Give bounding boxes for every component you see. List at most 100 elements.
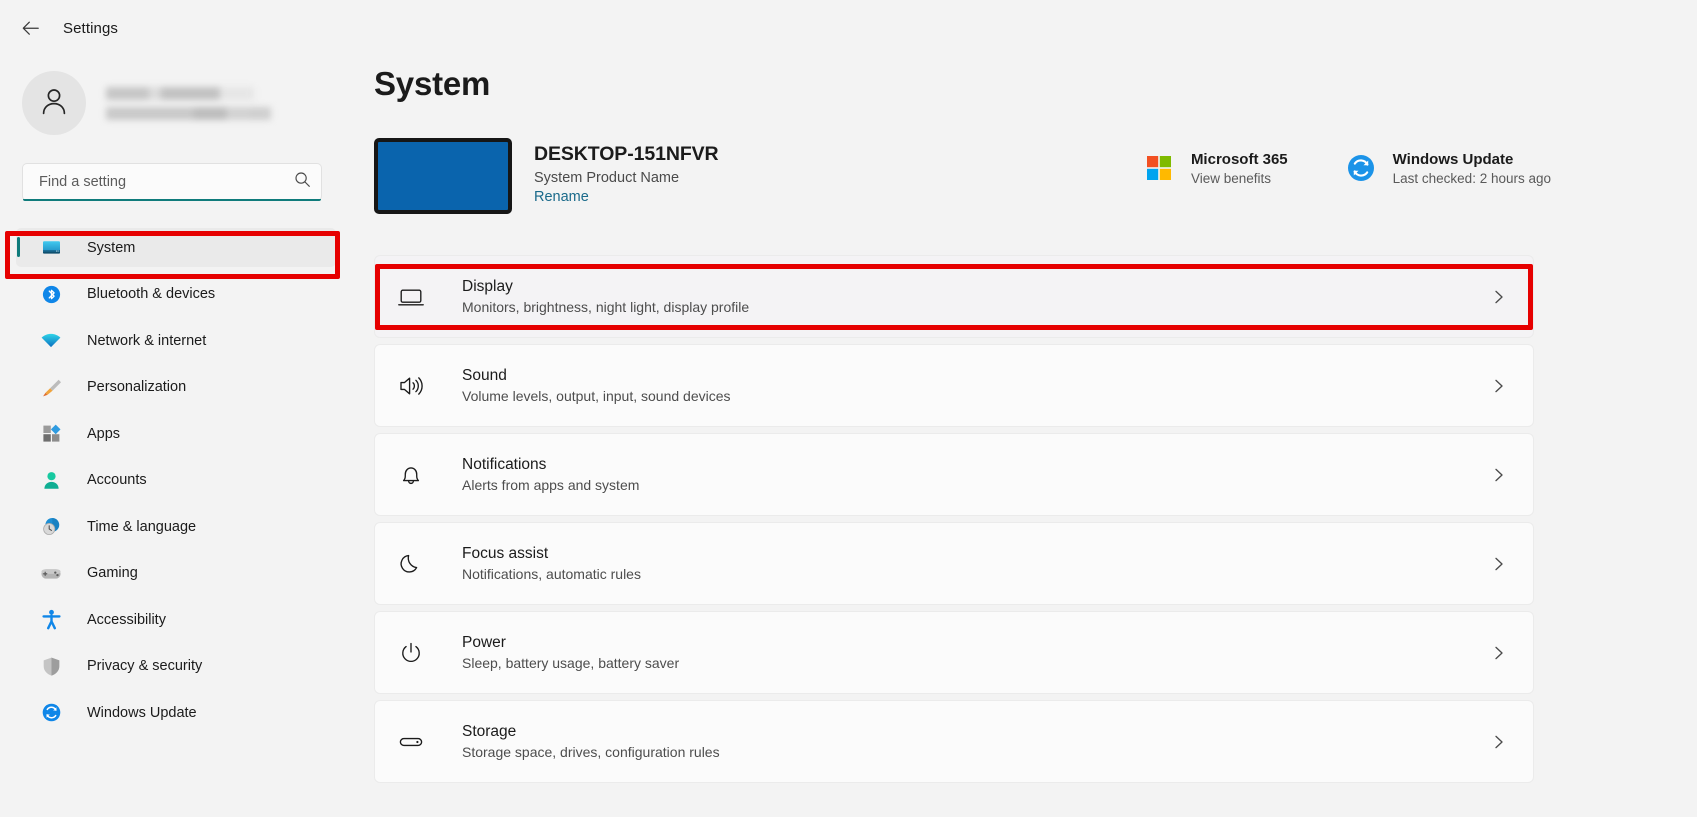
- header-widgets: Microsoft 365 View benefits Windows Upda…: [1144, 151, 1551, 186]
- sidebar-item-label: System: [87, 239, 136, 256]
- card-title: Storage: [462, 723, 517, 740]
- bluetooth-icon: [40, 283, 62, 305]
- widget-text: Windows Update Last checked: 2 hours ago: [1393, 151, 1551, 186]
- chevron-right-icon[interactable]: [1491, 734, 1507, 750]
- sidebar-item-windows-update[interactable]: Windows Update: [16, 693, 336, 732]
- card-subtitle: Alerts from apps and system: [462, 477, 640, 493]
- card-subtitle: Monitors, brightness, night light, displ…: [462, 299, 750, 315]
- notification-bell-icon: [394, 458, 428, 492]
- card-subtitle: Storage space, drives, configuration rul…: [462, 744, 720, 760]
- page-title: System: [374, 65, 491, 102]
- sidebar-item-network-internet[interactable]: Network & internet: [16, 321, 336, 360]
- display-monitor-icon: [394, 280, 428, 314]
- chevron-right-icon[interactable]: [1491, 556, 1507, 572]
- sidebar-item-label: Bluetooth & devices: [87, 286, 216, 302]
- sidebar-item-apps[interactable]: Apps: [16, 414, 336, 453]
- settings-card-list: Display Monitors, brightness, night ligh…: [374, 255, 1534, 789]
- widget-subtitle[interactable]: View benefits: [1191, 171, 1288, 186]
- chevron-right-icon[interactable]: [1491, 378, 1507, 394]
- monitor-preview-icon: [374, 138, 512, 214]
- chevron-right-icon[interactable]: [1491, 289, 1507, 305]
- account-block[interactable]: [22, 65, 271, 141]
- widget-title: Windows Update: [1392, 151, 1514, 168]
- sidebar-item-label: Network & internet: [87, 332, 207, 349]
- monitor-icon: [40, 237, 62, 259]
- back-arrow-icon: [22, 21, 39, 36]
- sidebar: System Bluetooth & devices: [0, 56, 352, 817]
- sidebar-item-personalization[interactable]: Personalization: [16, 368, 336, 407]
- sidebar-item-label: Privacy & security: [87, 658, 203, 674]
- card-title: Notifications: [462, 456, 547, 473]
- selection-indicator: [17, 237, 20, 257]
- card-text: Storage Storage space, drives, configura…: [462, 723, 720, 760]
- microsoft-logo-icon: [1144, 153, 1174, 183]
- account-email-redacted: [106, 106, 271, 120]
- chevron-right-icon[interactable]: [1491, 467, 1507, 483]
- settings-row-power[interactable]: Power Sleep, battery usage, battery save…: [374, 611, 1534, 694]
- sidebar-item-label: Accounts: [87, 472, 147, 488]
- search-focus-underline: [23, 199, 321, 201]
- sidebar-item-system[interactable]: System: [16, 228, 336, 267]
- settings-window: Settings Find a setting System Bluetooth…: [0, 0, 1697, 817]
- sidebar-item-accounts[interactable]: Accounts: [16, 461, 336, 500]
- clock-globe-icon: [40, 516, 62, 538]
- apps-grid-icon: [40, 423, 62, 445]
- sidebar-item-label: Personalization: [87, 379, 187, 395]
- settings-row-display[interactable]: Display Monitors, brightness, night ligh…: [374, 255, 1534, 338]
- device-info: DESKTOP-151NFVR System Product Name Rena…: [534, 138, 719, 205]
- card-text: Focus assist Notifications, automatic ru…: [462, 545, 641, 582]
- sidebar-item-label: Apps: [87, 425, 121, 442]
- microsoft-365-widget[interactable]: Microsoft 365 View benefits: [1144, 151, 1288, 186]
- card-text: Power Sleep, battery usage, battery save…: [462, 634, 679, 671]
- sidebar-item-accessibility[interactable]: Accessibility: [16, 600, 336, 639]
- sidebar-item-privacy-security[interactable]: Privacy & security: [16, 647, 336, 686]
- account-text: [106, 86, 271, 120]
- sidebar-item-time-language[interactable]: Time & language: [16, 507, 336, 546]
- account-name-redacted: [106, 86, 254, 100]
- avatar: [22, 71, 86, 135]
- windows-update-icon: [1346, 153, 1376, 183]
- paintbrush-icon: [40, 376, 62, 398]
- sidebar-item-label: Windows Update: [87, 704, 197, 721]
- settings-row-sound[interactable]: Sound Volume levels, output, input, soun…: [374, 344, 1534, 427]
- main-content: System DESKTOP-151NFVR System Product Na…: [352, 56, 1697, 817]
- widget-subtitle: Last checked: 2 hours ago: [1392, 171, 1551, 186]
- chevron-right-icon[interactable]: [1491, 645, 1507, 661]
- sound-speaker-icon: [394, 369, 428, 403]
- card-title: Sound: [462, 367, 507, 384]
- sidebar-item-label: Gaming: [87, 565, 138, 581]
- card-title: Focus assist: [462, 545, 549, 562]
- accessibility-icon: [40, 609, 62, 631]
- person-icon: [40, 469, 62, 491]
- card-title: Display: [462, 278, 513, 295]
- power-icon: [394, 636, 428, 670]
- settings-row-storage[interactable]: Storage Storage space, drives, configura…: [374, 700, 1534, 783]
- windows-update-widget[interactable]: Windows Update Last checked: 2 hours ago: [1346, 151, 1551, 186]
- card-text: Notifications Alerts from apps and syste…: [462, 456, 639, 493]
- rename-link[interactable]: Rename: [534, 189, 719, 205]
- card-text: Display Monitors, brightness, night ligh…: [462, 278, 749, 315]
- search-icon[interactable]: [294, 171, 311, 193]
- card-subtitle: Sleep, battery usage, battery saver: [462, 655, 680, 671]
- gamepad-icon: [40, 562, 62, 584]
- focus-moon-icon: [394, 547, 428, 581]
- card-text: Sound Volume levels, output, input, soun…: [462, 367, 731, 404]
- title-bar: Settings: [0, 0, 1697, 56]
- widget-text: Microsoft 365 View benefits: [1191, 151, 1288, 186]
- app-title: Settings: [63, 19, 118, 37]
- settings-row-focus-assist[interactable]: Focus assist Notifications, automatic ru…: [374, 522, 1534, 605]
- sidebar-item-label: Time & language: [87, 518, 197, 535]
- search-input[interactable]: [39, 174, 294, 190]
- sidebar-item-bluetooth-devices[interactable]: Bluetooth & devices: [16, 275, 336, 314]
- update-refresh-icon: [40, 702, 62, 724]
- storage-drive-icon: [394, 725, 428, 759]
- back-button[interactable]: [10, 11, 50, 45]
- shield-icon: [40, 655, 62, 677]
- sidebar-item-gaming[interactable]: Gaming: [16, 554, 336, 593]
- device-name: DESKTOP-151NFVR: [534, 143, 719, 165]
- search-box[interactable]: [22, 163, 322, 201]
- device-product-name: System Product Name: [534, 170, 680, 186]
- settings-row-notifications[interactable]: Notifications Alerts from apps and syste…: [374, 433, 1534, 516]
- sidebar-item-label: Accessibility: [87, 611, 166, 628]
- widget-title: Microsoft 365: [1190, 151, 1288, 168]
